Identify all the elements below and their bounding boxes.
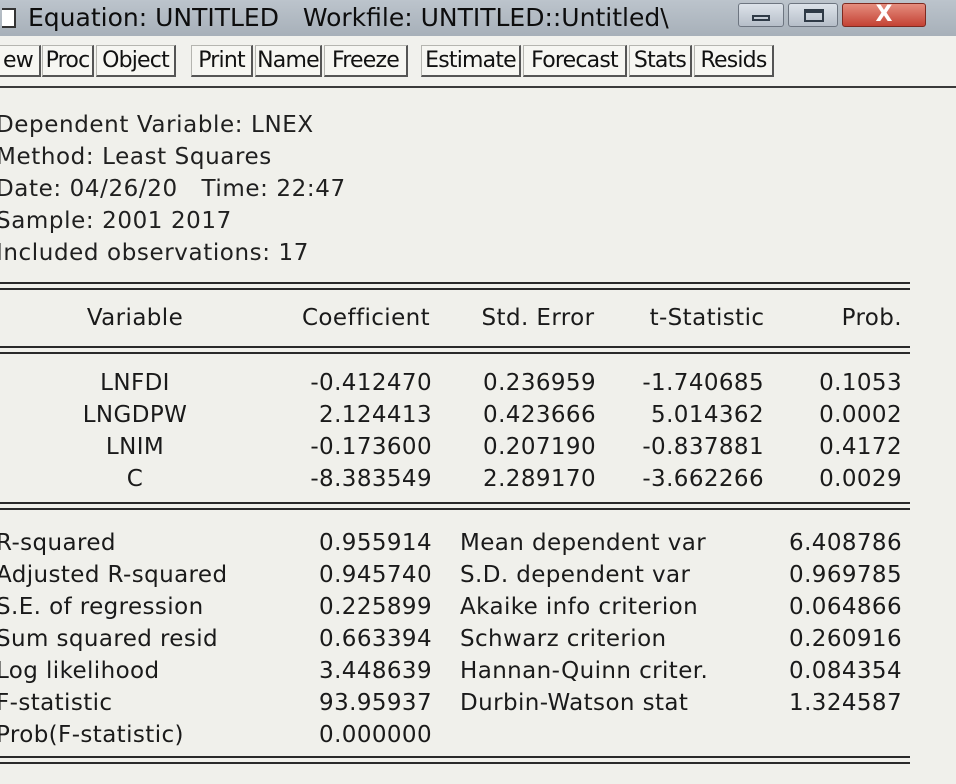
stat-value: 1.324587: [789, 690, 902, 716]
estimation-output: Dependent Variable: LNEX Method: Least S…: [0, 88, 956, 784]
std-error-cell: 0.207190: [483, 434, 596, 460]
stat-value: 0.225899: [319, 594, 432, 620]
stat-value: 0.064866: [789, 594, 902, 620]
minimize-button[interactable]: [738, 3, 784, 27]
stat-value: 3.448639: [319, 658, 432, 684]
maximize-icon: [804, 9, 824, 22]
output-bottom-rule: [0, 762, 910, 764]
header-rule: [0, 352, 910, 354]
stat-label: S.D. dependent var: [460, 562, 691, 588]
stat-label: Akaike info criterion: [460, 594, 699, 620]
coefficient-cell: -0.173600: [310, 434, 432, 460]
stat-label: Sum squared resid: [0, 626, 219, 652]
table-top-rule: [0, 288, 910, 290]
close-button[interactable]: X: [842, 2, 926, 27]
coefficient-cell: -8.383549: [310, 466, 432, 492]
stat-value: 0.663394: [319, 626, 432, 652]
dependent-variable-line: Dependent Variable: LNEX: [0, 112, 314, 138]
observations-line: Included observations: 17: [0, 240, 309, 266]
view-button[interactable]: ew: [0, 45, 41, 77]
stats-button[interactable]: Stats: [629, 45, 692, 77]
stat-value: 0.955914: [319, 530, 432, 556]
name-button[interactable]: Name: [255, 45, 322, 77]
column-header-std-error: Std. Error: [481, 305, 595, 331]
prob-cell: 0.4172: [819, 434, 902, 460]
resids-button[interactable]: Resids: [694, 45, 774, 77]
t-statistic-cell: 5.014362: [651, 402, 764, 428]
stat-label: Adjusted R-squared: [0, 562, 228, 588]
stat-value: 0.000000: [319, 722, 432, 748]
variable-cell: C: [126, 466, 144, 492]
equation-window: Equation: UNTITLED Workfile: UNTITLED::U…: [0, 0, 956, 784]
stat-label: Log likelihood: [0, 658, 160, 684]
std-error-cell: 2.289170: [483, 466, 596, 492]
variable-cell: LNFDI: [100, 370, 170, 396]
freeze-button[interactable]: Freeze: [324, 45, 408, 77]
prob-cell: 0.1053: [819, 370, 902, 396]
stat-label: Durbin-Watson stat: [460, 690, 689, 716]
table-bottom-rule: [0, 508, 910, 510]
stat-value: 0.945740: [319, 562, 432, 588]
table-top-rule: [0, 282, 910, 284]
stat-label: Hannan-Quinn criter.: [460, 658, 709, 684]
minimize-icon: [752, 15, 770, 21]
window-icon: [2, 8, 16, 28]
equation-toolbar: ew Proc Object Print Name Freeze Estimat…: [0, 36, 956, 88]
stat-label: R-squared: [0, 530, 116, 556]
prob-cell: 0.0029: [819, 466, 902, 492]
object-button[interactable]: Object: [96, 45, 176, 77]
window-title: Equation: UNTITLED Workfile: UNTITLED::U…: [28, 3, 669, 32]
title-bar[interactable]: Equation: UNTITLED Workfile: UNTITLED::U…: [0, 0, 956, 36]
date-time-line: Date: 04/26/20 Time: 22:47: [0, 176, 346, 202]
variable-cell: LNIM: [105, 434, 165, 460]
stat-value: 93.95937: [319, 690, 432, 716]
t-statistic-cell: -3.662266: [642, 466, 764, 492]
prob-cell: 0.0002: [819, 402, 902, 428]
variable-cell: LNGDPW: [82, 402, 188, 428]
stat-value: 0.084354: [789, 658, 902, 684]
std-error-cell: 0.423666: [483, 402, 596, 428]
coefficient-cell: 2.124413: [319, 402, 432, 428]
t-statistic-cell: -0.837881: [642, 434, 764, 460]
stat-label: Schwarz criterion: [460, 626, 667, 652]
method-line: Method: Least Squares: [0, 144, 272, 170]
proc-button[interactable]: Proc: [42, 45, 94, 77]
coefficient-cell: -0.412470: [310, 370, 432, 396]
std-error-cell: 0.236959: [483, 370, 596, 396]
column-header-variable: Variable: [86, 305, 184, 331]
stat-label: S.E. of regression: [0, 594, 204, 620]
column-header-t-statistic: t-Statistic: [649, 305, 765, 331]
column-header-prob: Prob.: [841, 305, 902, 331]
stat-label: Prob(F-statistic): [0, 722, 184, 748]
stat-label: F-statistic: [0, 690, 113, 716]
maximize-button[interactable]: [788, 3, 838, 27]
print-button[interactable]: Print: [191, 45, 253, 77]
close-icon: X: [875, 2, 893, 27]
stat-value: 0.260916: [789, 626, 902, 652]
output-bottom-rule: [0, 756, 910, 758]
stat-label: Mean dependent var: [460, 530, 707, 556]
estimate-button[interactable]: Estimate: [421, 45, 521, 77]
stat-value: 6.408786: [789, 530, 902, 556]
forecast-button[interactable]: Forecast: [523, 45, 627, 77]
column-header-coefficient: Coefficient: [301, 305, 431, 331]
t-statistic-cell: -1.740685: [642, 370, 764, 396]
stat-value: 0.969785: [789, 562, 902, 588]
sample-line: Sample: 2001 2017: [0, 208, 232, 234]
header-rule: [0, 346, 910, 348]
table-bottom-rule: [0, 502, 910, 504]
